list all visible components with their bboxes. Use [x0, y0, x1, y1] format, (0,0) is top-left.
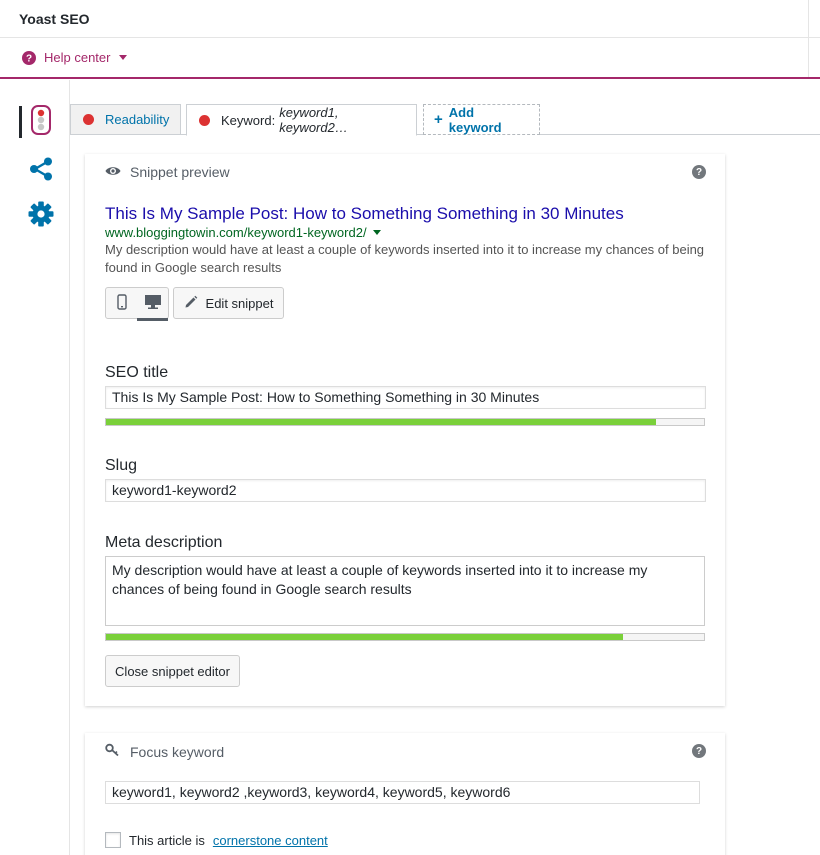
svg-text:?: ? — [26, 53, 32, 64]
app-header: Yoast SEO — [0, 0, 820, 38]
seo-title-progress-fill — [106, 419, 657, 425]
gear-icon — [28, 201, 54, 230]
tab-readability-label: Readability — [105, 112, 170, 127]
caret-down-icon — [372, 230, 381, 235]
preview-mode-toggle — [105, 287, 169, 321]
meta-description-progress-fill — [106, 634, 624, 640]
snippet-description: My description would have at least a cou… — [105, 242, 705, 275]
close-snippet-editor-button[interactable]: Close snippet editor — [105, 655, 240, 687]
meta-description-input[interactable]: My description would have at least a cou… — [105, 556, 705, 626]
snippet-heading-label: Snippet preview — [130, 164, 230, 180]
analysis-tabs: Readability Keyword: keyword1, keyword2…… — [70, 104, 820, 136]
help-icon[interactable]: ? — [692, 165, 706, 179]
chevron-down-icon — [118, 54, 128, 62]
eye-icon — [105, 164, 121, 180]
mobile-icon — [116, 293, 127, 313]
snippet-title[interactable]: This Is My Sample Post: How to Something… — [105, 204, 624, 224]
edit-snippet-label: Edit snippet — [205, 295, 274, 311]
help-center-button[interactable]: ? Help center — [22, 50, 128, 65]
seo-title-progress — [105, 418, 705, 426]
snippet-url-text: www.bloggingtowin.com/keyword1-keyword2/ — [105, 225, 367, 240]
focus-keyword-input[interactable]: keyword1, keyword2 ,keyword3, keyword4, … — [105, 781, 700, 804]
seo-title-label: SEO title — [105, 364, 169, 381]
desktop-icon — [144, 294, 162, 313]
status-dot-icon — [199, 114, 210, 126]
cornerstone-link[interactable]: cornerstone content — [213, 833, 328, 848]
sidebar-item-social[interactable] — [28, 155, 54, 185]
snippet-url: www.bloggingtowin.com/keyword1-keyword2/ — [105, 225, 381, 240]
meta-description-progress — [105, 633, 705, 641]
help-bar: ? Help center — [0, 38, 820, 79]
plus-icon: + — [434, 111, 443, 128]
help-center-label: Help center — [44, 50, 111, 65]
mobile-preview-button[interactable] — [106, 288, 137, 318]
key-icon — [105, 743, 121, 760]
focus-keyword-panel: Focus keyword ? keyword1, keyword2 ,keyw… — [85, 733, 725, 855]
sidebar-item-seo-analysis[interactable] — [28, 104, 54, 138]
metabox-sidebar — [0, 80, 70, 855]
cornerstone-checkbox[interactable] — [105, 832, 121, 848]
pencil-icon — [184, 295, 198, 312]
snippet-panel: Snippet preview ? This Is My Sample Post… — [85, 154, 725, 706]
add-keyword-label: Add keyword — [448, 104, 502, 135]
traffic-light-icon — [30, 104, 52, 138]
cornerstone-option: This article is cornerstone content — [105, 832, 328, 848]
help-icon: ? — [22, 50, 36, 65]
sidebar-item-settings[interactable] — [28, 200, 54, 230]
tab-readability[interactable]: Readability — [70, 104, 181, 135]
tab-keyword-value: keyword1, keyword2… — [279, 105, 348, 135]
meta-description-label: Meta description — [105, 534, 223, 551]
edit-snippet-button[interactable]: Edit snippet — [173, 287, 284, 319]
slug-label: Slug — [105, 457, 138, 474]
focus-keyword-heading-label: Focus keyword — [130, 743, 225, 760]
snippet-heading: Snippet preview — [105, 164, 230, 180]
share-icon — [28, 156, 54, 185]
focus-keyword-heading: Focus keyword — [105, 743, 224, 760]
help-icon[interactable]: ? — [692, 744, 706, 758]
slug-input[interactable]: keyword1-keyword2 — [105, 479, 706, 502]
app-title: Yoast SEO — [19, 11, 90, 27]
add-keyword-button[interactable]: + Add keyword — [423, 104, 540, 135]
active-indicator — [19, 106, 22, 138]
tab-keyword-prefix: Keyword: — [221, 112, 276, 128]
seo-title-input[interactable]: This Is My Sample Post: How to Something… — [105, 386, 706, 409]
cornerstone-prefix: This article is — [129, 832, 205, 848]
tab-keyword[interactable]: Keyword: keyword1, keyword2… — [186, 104, 417, 136]
status-dot-icon — [83, 114, 94, 125]
desktop-preview-button[interactable] — [137, 288, 168, 321]
